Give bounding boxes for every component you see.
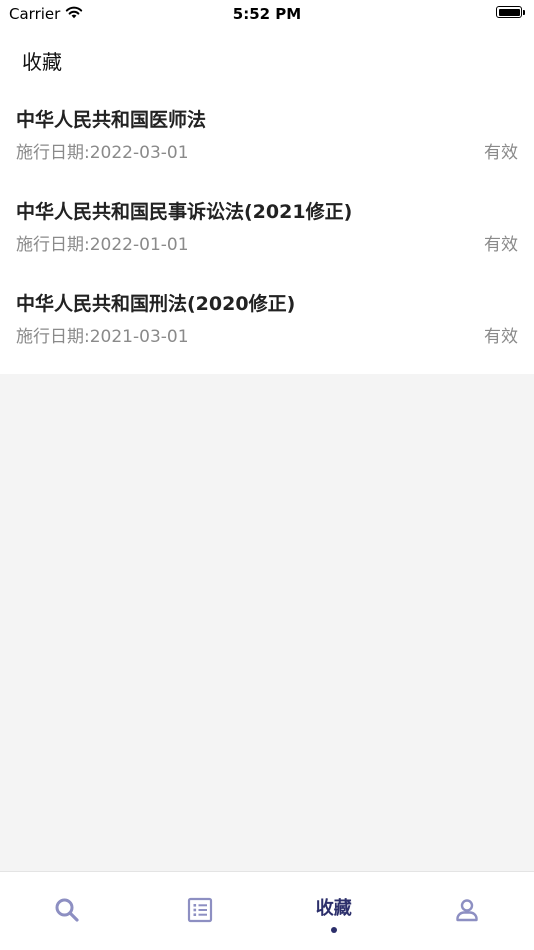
clock: 5:52 PM — [232, 5, 302, 23]
status-label: 有效 — [484, 143, 518, 163]
tab-bar: 收藏 — [0, 871, 534, 950]
page-title: 收藏 — [22, 50, 62, 74]
active-indicator-dot — [330, 927, 337, 933]
effective-date: 施行日期:2022-03-01 — [16, 143, 189, 163]
list-item[interactable]: 中华人民共和国医师法 施行日期:2022-03-01 有效 — [0, 90, 534, 182]
effective-date: 施行日期:2022-01-01 — [16, 235, 189, 255]
status-label: 有效 — [484, 235, 518, 255]
law-meta: 施行日期:2022-01-01 有效 — [16, 234, 518, 256]
list-icon — [187, 897, 213, 927]
law-title: 中华人民共和国刑法(2020修正) — [16, 293, 296, 315]
tab-favorites[interactable]: 收藏 — [267, 872, 401, 950]
law-meta: 施行日期:2022-03-01 有效 — [16, 142, 518, 164]
list-item[interactable]: 中华人民共和国刑法(2020修正) 施行日期:2021-03-01 有效 — [0, 274, 534, 366]
person-icon — [454, 897, 480, 927]
law-title: 中华人民共和国民事诉讼法(2021修正) — [16, 201, 353, 223]
tab-profile[interactable] — [401, 872, 534, 950]
tab-search[interactable] — [0, 872, 134, 950]
tab-list[interactable] — [134, 872, 268, 950]
favorites-list: 中华人民共和国医师法 施行日期:2022-03-01 有效 中华人民共和国民事诉… — [0, 90, 534, 374]
status-bar: Carrier 5:52 PM — [0, 0, 534, 34]
header-area: Carrier 5:52 PM 收藏 中华人民共和国医师法 施行日期:2022-… — [0, 0, 534, 374]
tab-favorites-label: 收藏 — [315, 898, 352, 919]
law-meta: 施行日期:2021-03-01 有效 — [16, 326, 518, 348]
search-icon — [54, 897, 80, 927]
law-title: 中华人民共和国医师法 — [16, 109, 207, 131]
list-item[interactable]: 中华人民共和国民事诉讼法(2021修正) 施行日期:2022-01-01 有效 — [0, 182, 534, 274]
effective-date: 施行日期:2021-03-01 — [16, 327, 189, 347]
battery-icon — [496, 6, 525, 18]
status-label: 有效 — [484, 327, 518, 347]
